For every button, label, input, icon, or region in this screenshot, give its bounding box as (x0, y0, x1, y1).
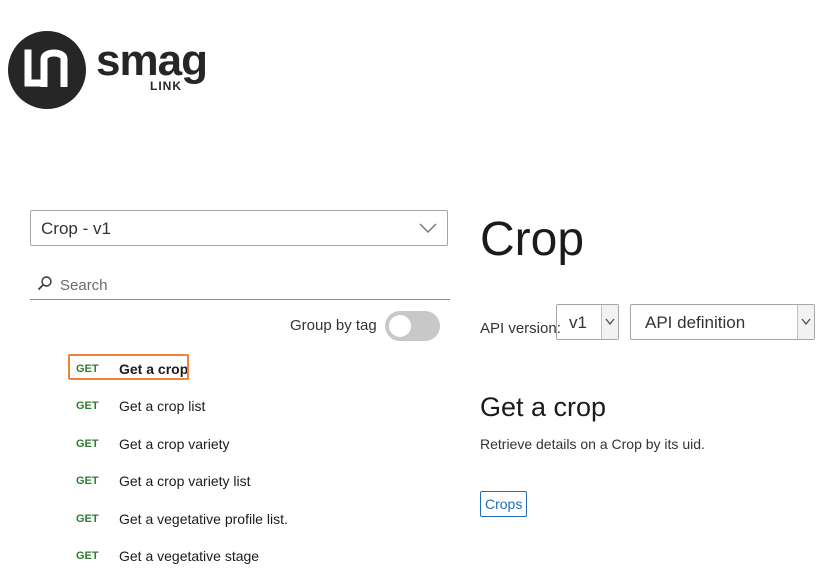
smag-link-logo: smag LINK (8, 31, 218, 111)
operation-label: Get a crop variety list (119, 473, 251, 489)
operation-get-a-crop[interactable]: GET Get a crop (68, 354, 448, 384)
operation-description: Retrieve details on a Crop by its uid. (480, 436, 705, 452)
search-icon (37, 276, 52, 291)
search-box (30, 268, 450, 300)
tag-crops[interactable]: Crops (480, 491, 528, 517)
chevron-down-icon (419, 223, 437, 234)
toggle-knob (389, 315, 411, 337)
logo-mark (8, 31, 86, 109)
operation-label: Get a vegetative stage (119, 548, 260, 564)
api-definition-select[interactable]: API definition (630, 304, 815, 340)
operation-get-a-crop-list[interactable]: GET Get a crop list (68, 391, 448, 421)
api-selector-value: Crop - v1 (41, 219, 111, 238)
api-version-select[interactable]: v1 (556, 304, 619, 340)
group-by-tag-label: Group by tag (290, 317, 377, 334)
chevron-down-icon (605, 318, 615, 326)
api-definition-value: API definition (645, 313, 746, 332)
logo-subtitle: LINK (150, 79, 182, 93)
group-by-tag-toggle[interactable] (385, 311, 440, 341)
http-verb-badge: GET (76, 513, 99, 525)
api-selector-dropdown[interactable]: Crop - v1 (30, 210, 448, 246)
api-version-label: API version: (480, 320, 561, 337)
operation-label: Get a crop list (119, 398, 206, 414)
page-title: Crop (480, 213, 585, 266)
http-verb-badge: GET (76, 438, 99, 450)
api-version-value: v1 (569, 313, 587, 332)
operation-label: Get a vegetative profile list. (119, 511, 288, 527)
chevron-down-icon (801, 318, 811, 326)
operation-get-a-vegetative-profile-list[interactable]: GET Get a vegetative profile list. (68, 504, 448, 534)
operation-get-a-vegetative-stage[interactable]: GET Get a vegetative stage (68, 541, 448, 571)
operation-get-a-crop-variety-list[interactable]: GET Get a crop variety list (68, 466, 448, 496)
select-arrow (797, 305, 814, 339)
operation-title: Get a crop (480, 392, 607, 422)
active-operation-outline (68, 354, 189, 380)
http-verb-badge: GET (76, 475, 99, 487)
operation-get-a-crop-variety[interactable]: GET Get a crop variety (68, 429, 448, 459)
operation-label: Get a crop variety (119, 436, 230, 452)
http-verb-badge: GET (76, 400, 99, 412)
select-arrow (601, 305, 618, 339)
http-verb-badge: GET (76, 550, 99, 562)
search-input[interactable] (58, 272, 442, 298)
logo-wordmark: smag (96, 36, 208, 85)
